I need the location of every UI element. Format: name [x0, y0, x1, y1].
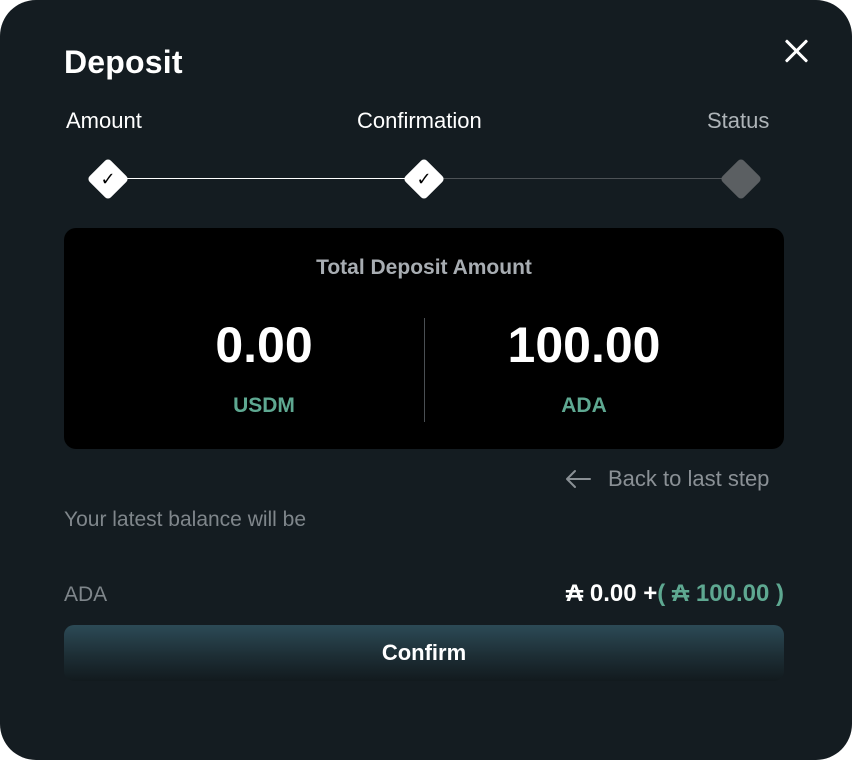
ada-currency-label: ADA — [561, 394, 607, 417]
usdm-amount: 0.00 — [215, 317, 313, 373]
back-link-label: Back to last step — [608, 466, 770, 491]
deposit-modal: Deposit Amount Confirmation Status ✓ ✓ T… — [0, 0, 852, 760]
back-to-last-step-link[interactable]: Back to last step — [564, 464, 769, 494]
balance-plus: + — [643, 580, 658, 607]
ada-amount: 100.00 — [507, 317, 661, 373]
step-label-status: Status — [707, 108, 770, 133]
usdm-currency-label: USDM — [233, 394, 295, 417]
check-icon: ✓ — [100, 169, 116, 189]
balance-asset-label: ADA — [64, 583, 108, 606]
progress-line-pending — [424, 178, 740, 179]
summary-title: Total Deposit Amount — [316, 256, 532, 279]
confirm-button[interactable]: Confirm — [64, 625, 784, 681]
progress-line-complete — [108, 178, 424, 179]
balance-current: ₳ 0.00 — [565, 580, 637, 607]
balance-addition: ( ₳ 100.00 ) — [657, 580, 784, 607]
arrow-left-icon — [566, 470, 591, 488]
close-icon[interactable] — [776, 30, 816, 70]
balance-value: ₳ 0.00 +( ₳ 100.00 ) — [566, 580, 784, 608]
deposit-summary-card: Total Deposit Amount 0.00 USDM 100.00 AD… — [64, 228, 784, 449]
step-node-status — [719, 157, 763, 201]
modal-title: Deposit — [64, 44, 183, 80]
step-label-confirmation: Confirmation — [357, 108, 482, 133]
balance-note: Your latest balance will be — [64, 508, 307, 531]
check-icon: ✓ — [416, 169, 432, 189]
step-label-amount: Amount — [66, 108, 142, 133]
